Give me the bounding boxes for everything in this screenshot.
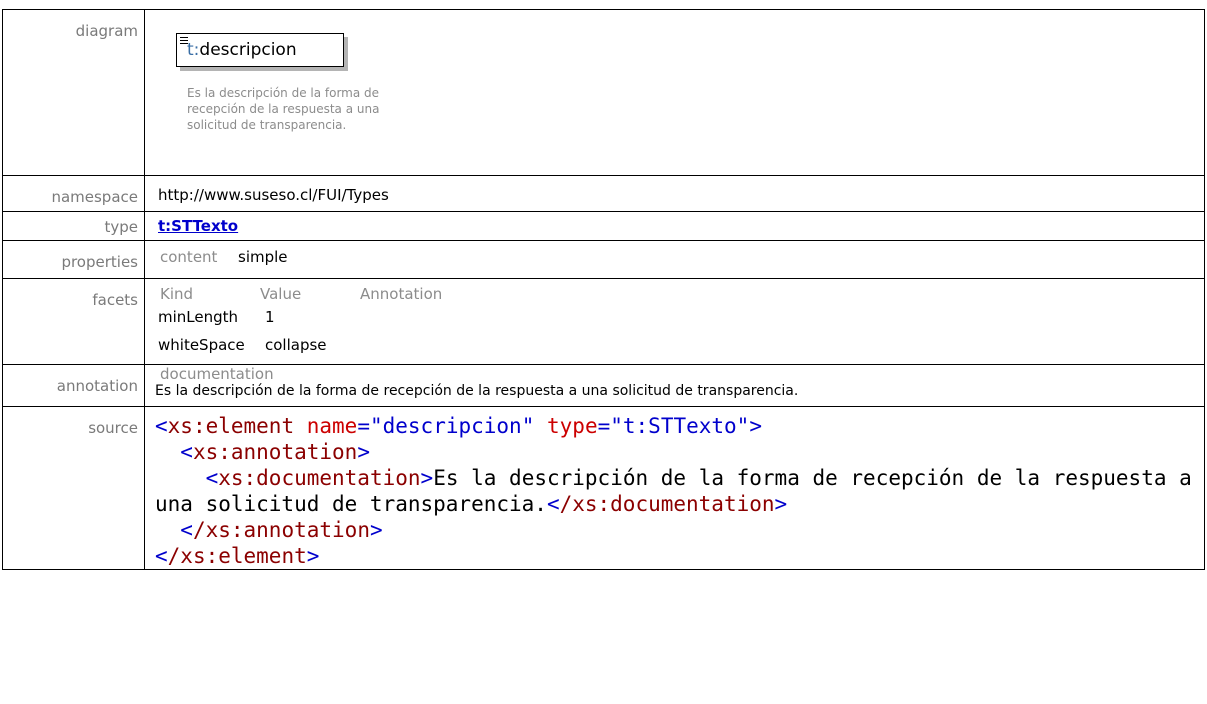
element-box-title: t:descripcion	[187, 40, 297, 60]
property-row: content simple	[158, 241, 1204, 266]
row-properties: properties content simple	[2, 240, 1205, 279]
row-annotation: annotation documentation Es la descripci…	[2, 364, 1205, 407]
property-value: simple	[238, 248, 288, 266]
namespace-value: http://www.suseso.cl/FUI/Types	[158, 186, 389, 204]
facet-header-annotation: Annotation	[360, 285, 443, 303]
row-namespace: namespace http://www.suseso.cl/FUI/Types	[2, 175, 1205, 212]
annotation-header: documentation	[160, 365, 274, 383]
facet-row: minLength 1	[158, 303, 1204, 331]
facet-kind: whiteSpace	[158, 336, 245, 354]
label-type: type	[2, 211, 145, 241]
element-description: Es la descripción de la forma de recepci…	[187, 86, 380, 132]
facet-value: collapse	[265, 336, 327, 354]
label-annotation: annotation	[2, 364, 145, 407]
facet-header-value: Value	[260, 285, 302, 303]
facets-header: Kind Value Annotation	[158, 279, 1204, 303]
facet-row: whiteSpace collapse	[158, 331, 1204, 359]
facet-value: 1	[265, 308, 275, 326]
facet-kind: minLength	[158, 308, 239, 326]
facet-header-kind: Kind	[160, 285, 194, 303]
row-type: type t:STTexto	[2, 211, 1205, 241]
element-doc-table: diagram t:descripcion Es la descripción …	[2, 9, 1205, 570]
source-code: <xs:element name="descripcion" type="t:S…	[155, 414, 1205, 568]
element-box[interactable]: t:descripcion	[176, 33, 344, 67]
row-source: source <xs:element name="descripcion" ty…	[2, 406, 1205, 570]
annotation-text: Es la descripción de la forma de recepci…	[155, 383, 799, 399]
label-source: source	[2, 406, 145, 570]
element-prefix: t:	[187, 40, 200, 60]
element-name: descripcion	[199, 40, 297, 60]
row-facets: facets Kind Value Annotation minLength 1 wh…	[2, 278, 1205, 365]
label-properties: properties	[2, 240, 145, 279]
diagram-area: t:descripcion Es la descripción de la fo…	[145, 10, 1204, 175]
label-diagram: diagram	[2, 9, 145, 176]
property-key: content	[160, 248, 218, 266]
row-diagram: diagram t:descripcion Es la descripción …	[2, 9, 1205, 176]
type-link[interactable]: t:STTexto	[158, 212, 238, 235]
label-facets: facets	[2, 278, 145, 365]
label-namespace: namespace	[2, 175, 145, 212]
